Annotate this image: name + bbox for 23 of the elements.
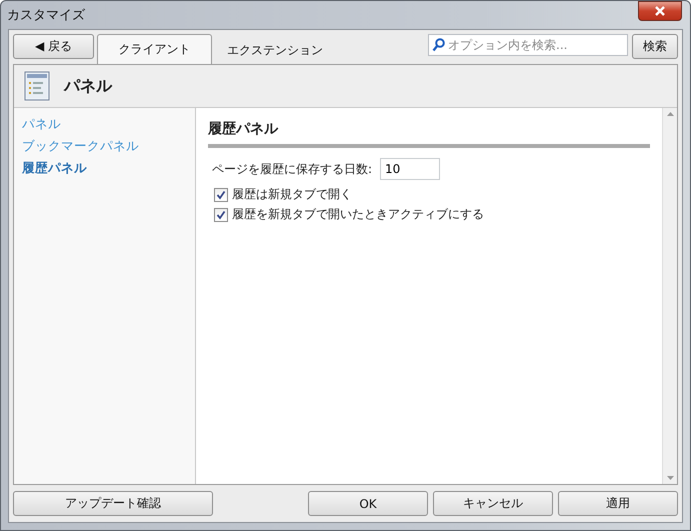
checkbox-label: 履歴は新規タブで開く xyxy=(232,186,352,203)
dialog-button[interactable]: 適用 xyxy=(558,491,678,516)
checkbox[interactable] xyxy=(214,208,228,222)
days-field[interactable]: 10 xyxy=(380,158,440,180)
close-icon xyxy=(654,6,666,16)
back-button[interactable]: ◀ 戻る xyxy=(13,34,94,59)
panel-icon xyxy=(24,71,50,101)
page-title: パネル xyxy=(64,76,112,96)
section-title: 履歴パネル xyxy=(208,120,650,148)
dialog-button[interactable]: キャンセル xyxy=(433,491,553,516)
tab[interactable]: エクステンション xyxy=(212,36,338,64)
checkbox[interactable] xyxy=(214,188,228,202)
sidebar-item[interactable]: 履歴パネル xyxy=(22,160,195,177)
search-icon xyxy=(432,38,445,52)
update-check-button[interactable]: アップデート確認 xyxy=(13,491,213,516)
checkbox-label: 履歴を新規タブで開いたときアクティブにする xyxy=(232,206,484,223)
dialog-button[interactable]: OK xyxy=(308,491,428,516)
window-title: カスタマイズ xyxy=(7,7,85,24)
tab[interactable]: クライアント xyxy=(97,34,212,64)
close-button[interactable] xyxy=(638,1,682,21)
field-label: ページを履歴に保存する日数: xyxy=(212,160,372,178)
search-button[interactable]: 検索 xyxy=(632,34,678,59)
search-field[interactable]: オプション内を検索... xyxy=(428,34,628,56)
